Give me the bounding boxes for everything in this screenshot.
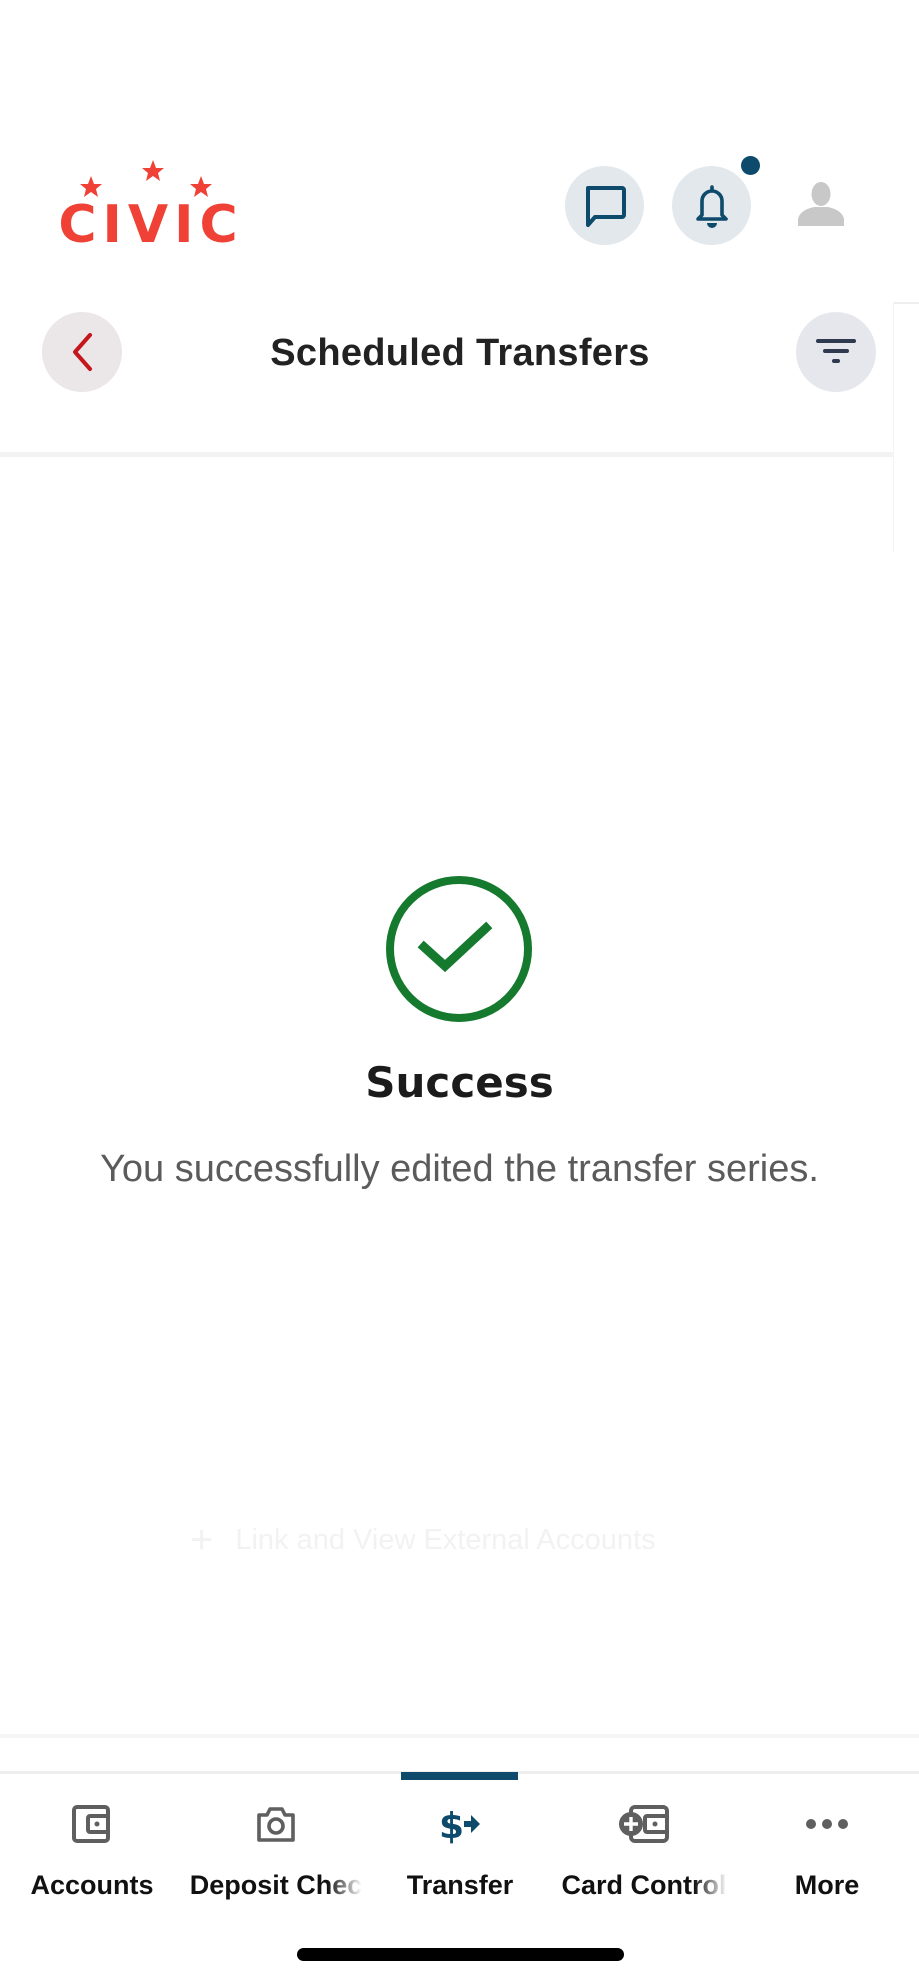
content-bottom-divider xyxy=(0,1734,919,1738)
wallet-icon xyxy=(72,1805,110,1843)
profile-button[interactable] xyxy=(796,180,846,226)
header-divider xyxy=(0,452,893,457)
nav-label-deposit-check: Deposit Chec xyxy=(189,1870,363,1900)
user-avatar-icon xyxy=(798,182,844,226)
nav-label-more: More xyxy=(794,1870,860,1900)
logo-star-right xyxy=(190,176,212,197)
home-indicator[interactable] xyxy=(297,1948,624,1961)
svg-text:$: $ xyxy=(439,1806,464,1846)
active-tab-indicator xyxy=(401,1772,518,1780)
check-circle-icon xyxy=(383,873,535,1025)
nav-tab-card-control[interactable]: Card Control xyxy=(552,1800,736,1901)
logo-star-center xyxy=(142,160,164,181)
link-external-accounts: + Link and View External Accounts xyxy=(190,1520,656,1560)
nav-label-card-control: Card Control xyxy=(561,1870,727,1900)
nav-tab-more[interactable]: More xyxy=(735,1800,919,1901)
chat-bubble-icon xyxy=(585,185,626,227)
logo-wordmark: CIVIC xyxy=(58,195,244,255)
notifications-button[interactable] xyxy=(672,166,751,245)
link-external-accounts-label: Link and View External Accounts xyxy=(235,1523,656,1556)
civic-logo[interactable]: CIVIC xyxy=(58,160,248,255)
back-button[interactable] xyxy=(42,312,122,392)
nav-tab-transfer[interactable]: $ Transfer xyxy=(368,1800,552,1901)
success-message: You successfully edited the transfer ser… xyxy=(100,1148,819,1190)
dollar-transfer-icon: $ xyxy=(439,1806,480,1846)
camera-icon xyxy=(257,1807,295,1842)
messages-button[interactable] xyxy=(565,166,644,245)
chevron-left-icon xyxy=(73,333,92,371)
more-dots-icon xyxy=(806,1819,848,1829)
plus-icon: + xyxy=(190,1518,214,1562)
card-control-icon xyxy=(619,1805,669,1843)
success-title: Success xyxy=(365,1058,554,1107)
nav-tab-accounts[interactable]: Accounts xyxy=(0,1800,184,1901)
bell-icon xyxy=(695,184,728,228)
nav-label-accounts: Accounts xyxy=(30,1870,154,1900)
notification-badge-dot xyxy=(741,156,760,175)
filter-icon xyxy=(816,339,856,363)
filter-button[interactable] xyxy=(796,312,876,392)
nav-label-transfer: Transfer xyxy=(406,1870,514,1900)
nav-tab-deposit-check[interactable]: Deposit Chec xyxy=(184,1800,368,1901)
page-title: Scheduled Transfers xyxy=(270,332,650,374)
logo-star-left xyxy=(80,176,102,197)
side-panel-edge xyxy=(893,303,919,553)
